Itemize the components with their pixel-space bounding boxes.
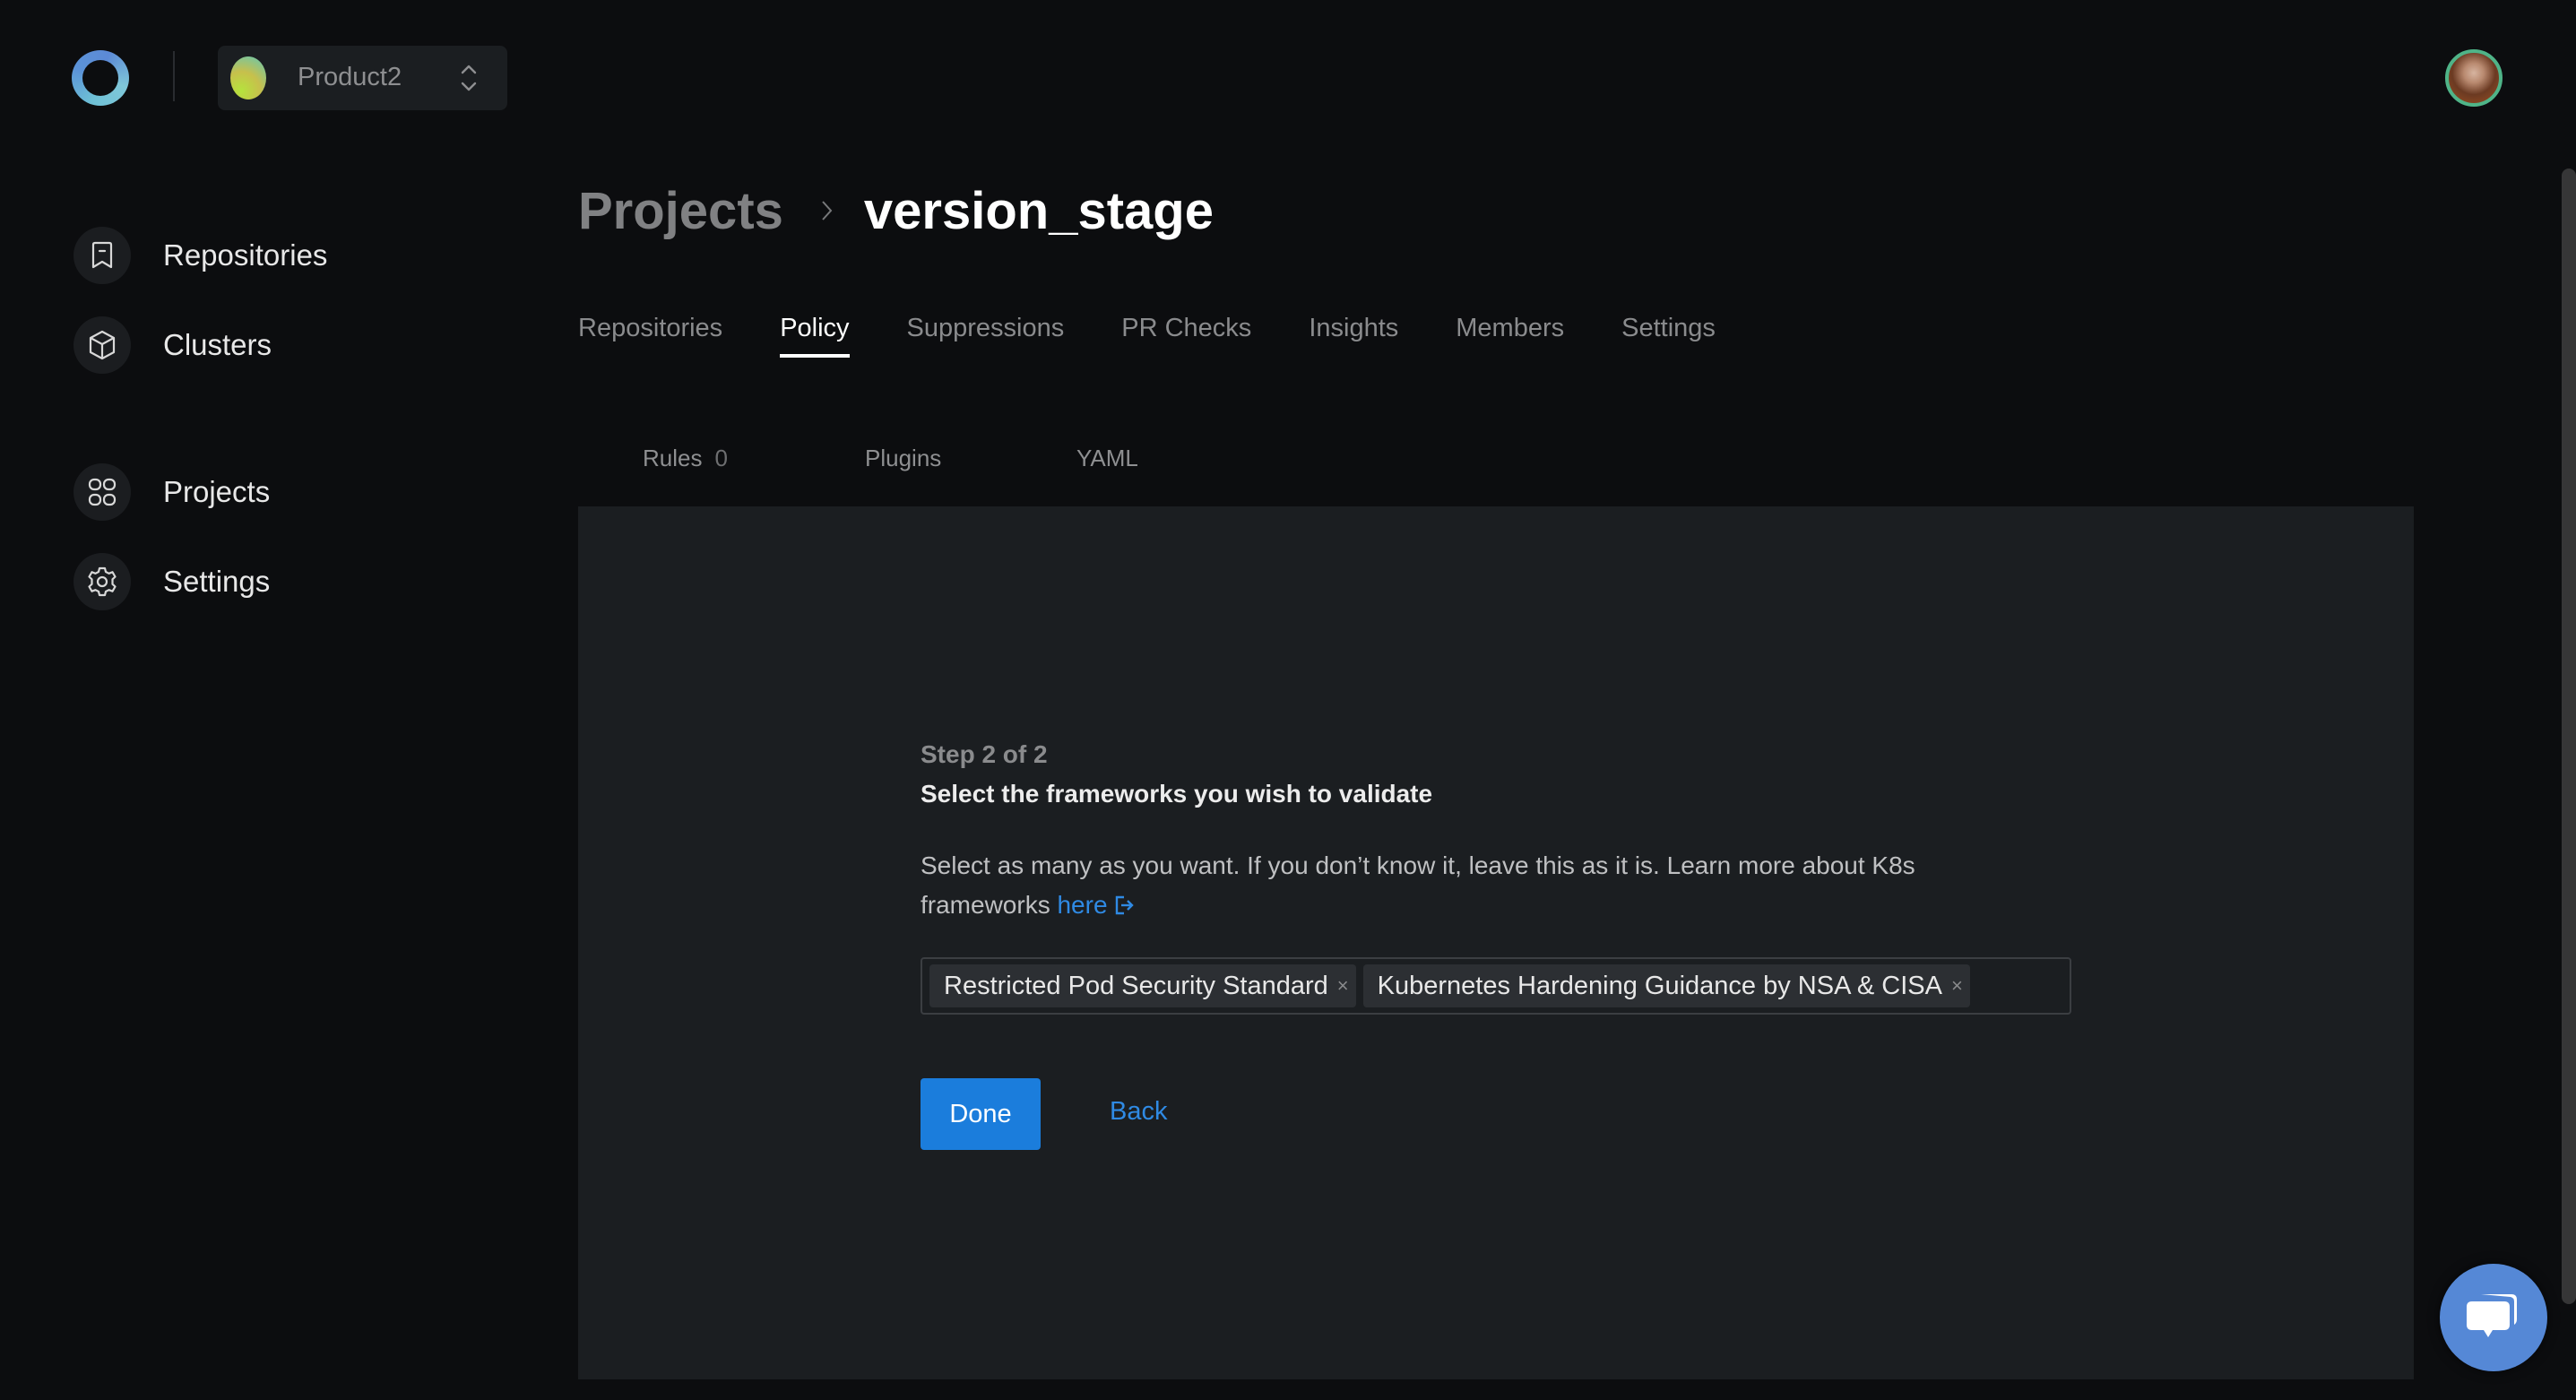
chevron-right-icon	[822, 201, 833, 220]
grid-icon	[73, 463, 131, 521]
scrollbar-thumb[interactable]	[2562, 169, 2576, 1304]
org-name: Product2	[298, 63, 402, 91]
page-title: version_stage	[863, 181, 1214, 240]
breadcrumb: Projects version_stage	[578, 175, 1214, 246]
policy-subtabs: Rules 0 Plugins YAML	[578, 445, 2414, 507]
sidebar-item-label: Clusters	[163, 328, 272, 361]
done-button[interactable]: Done	[921, 1078, 1041, 1150]
chip-label: Kubernetes Hardening Guidance by NSA & C…	[1377, 971, 1942, 1000]
sidebar-item-label: Projects	[163, 475, 271, 508]
subtab-label: Rules	[643, 445, 703, 471]
back-button[interactable]: Back	[1110, 1097, 1167, 1127]
tab-pr-checks[interactable]: PR Checks	[1121, 314, 1251, 358]
step-indicator: Step 2 of 2	[921, 740, 1048, 768]
sidebar-item-repositories[interactable]: Repositories	[73, 227, 327, 284]
page-scrollbar[interactable]	[2562, 0, 2576, 1400]
subtab-yaml[interactable]: YAML	[1076, 445, 1138, 472]
tab-suppressions[interactable]: Suppressions	[907, 314, 1065, 358]
sidebar-item-label: Settings	[163, 565, 271, 598]
chat-support-button[interactable]	[2440, 1264, 2547, 1371]
project-tabs: Repositories Policy Suppressions PR Chec…	[578, 314, 1773, 358]
org-avatar	[230, 56, 266, 99]
cube-icon	[73, 316, 131, 374]
learn-more-link[interactable]: here	[1057, 891, 1134, 919]
sidebar-item-projects[interactable]: Projects	[73, 463, 270, 521]
bookmark-icon	[73, 227, 131, 284]
gear-icon	[73, 553, 131, 610]
sidebar-item-label: Repositories	[163, 238, 328, 272]
remove-chip-icon[interactable]: ×	[1951, 974, 1963, 998]
subtab-rules[interactable]: Rules 0	[643, 445, 728, 472]
tab-insights[interactable]: Insights	[1309, 314, 1398, 358]
external-link-icon	[1115, 895, 1134, 915]
policy-panel	[578, 506, 2414, 1379]
wizard-heading: Select the frameworks you wish to valida…	[921, 780, 1433, 808]
sidebar-item-clusters[interactable]: Clusters	[73, 316, 272, 374]
rules-count: 0	[714, 445, 728, 471]
link-label: here	[1057, 891, 1108, 919]
tab-policy[interactable]: Policy	[780, 314, 850, 358]
tab-settings[interactable]: Settings	[1621, 314, 1716, 358]
tab-members[interactable]: Members	[1456, 314, 1564, 358]
chat-bubble-icon	[2467, 1294, 2517, 1337]
breadcrumb-projects-link[interactable]: Projects	[578, 181, 783, 241]
tab-repositories[interactable]: Repositories	[578, 314, 722, 358]
user-avatar[interactable]	[2445, 49, 2503, 107]
sidebar-item-settings[interactable]: Settings	[73, 553, 270, 610]
wizard-description: Select as many as you want. If you don’t…	[921, 846, 2032, 925]
app-logo[interactable]	[72, 50, 129, 106]
remove-chip-icon[interactable]: ×	[1337, 974, 1349, 998]
header-divider	[173, 51, 175, 101]
framework-chip: Kubernetes Hardening Guidance by NSA & C…	[1362, 964, 1970, 1007]
chevron-updown-icon	[461, 65, 477, 91]
framework-multiselect[interactable]: Restricted Pod Security Standard × Kuber…	[921, 957, 2071, 1015]
framework-chip: Restricted Pod Security Standard ×	[929, 964, 1356, 1007]
subtab-plugins[interactable]: Plugins	[865, 445, 941, 472]
chip-label: Restricted Pod Security Standard	[944, 971, 1328, 1000]
org-selector[interactable]: Product2	[218, 46, 507, 110]
